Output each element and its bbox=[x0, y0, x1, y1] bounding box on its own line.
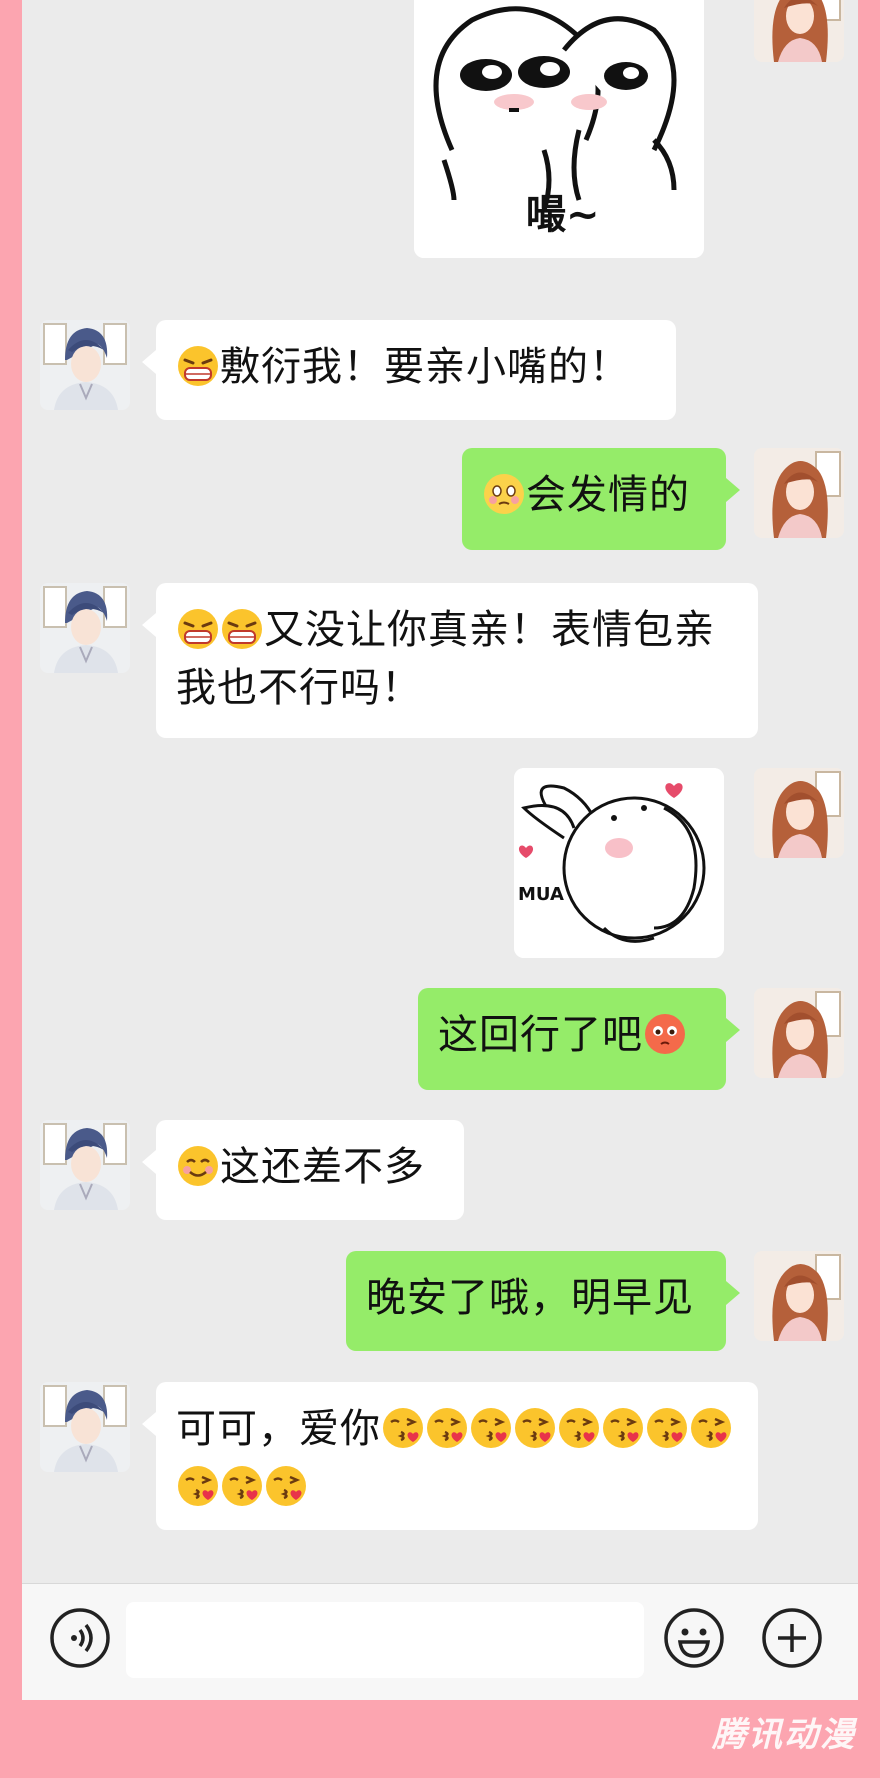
grimace-emoji-icon bbox=[176, 607, 220, 651]
avatar-other[interactable] bbox=[40, 583, 130, 673]
emoji-icon[interactable] bbox=[662, 1606, 726, 1670]
grimace-emoji-icon bbox=[176, 344, 220, 388]
kiss-emoji-icon bbox=[689, 1406, 733, 1450]
avatar-self[interactable] bbox=[754, 448, 844, 538]
avatar-self[interactable] bbox=[754, 1251, 844, 1341]
avatar-other[interactable] bbox=[40, 320, 130, 410]
input-bar bbox=[22, 1583, 858, 1700]
kiss-emoji-icon bbox=[513, 1406, 557, 1450]
avatar-other[interactable] bbox=[40, 1120, 130, 1210]
sticker-kiss-image[interactable]: 嘬~ bbox=[414, 0, 704, 258]
kiss-emoji-icon bbox=[645, 1406, 689, 1450]
smile-emoji-icon bbox=[176, 1144, 220, 1188]
grimace-emoji-icon bbox=[220, 607, 264, 651]
message-bubble-self[interactable]: 晚安了哦，明早见 bbox=[346, 1251, 740, 1351]
sticker-caption: MUA bbox=[518, 884, 564, 905]
message-bubble-self[interactable]: 这回行了吧 bbox=[418, 988, 740, 1090]
voice-icon[interactable] bbox=[48, 1606, 112, 1670]
message-text: 会发情的 bbox=[526, 472, 690, 518]
kiss-emoji-icon bbox=[557, 1406, 601, 1450]
avatar-other[interactable] bbox=[40, 1382, 130, 1472]
message-text: 这回行了吧 bbox=[438, 1012, 643, 1058]
watermark-logo: 腾讯动漫 bbox=[712, 1715, 856, 1755]
sticker-caption: 嘬~ bbox=[526, 192, 600, 238]
message-bubble-other[interactable]: 可可，爱你 bbox=[142, 1382, 758, 1530]
message-bubble-self[interactable]: 会发情的 bbox=[462, 448, 740, 550]
flushed-red-emoji-icon bbox=[643, 1012, 687, 1056]
flushed-emoji-icon bbox=[482, 472, 526, 516]
message-bubble-other[interactable]: 敷衍我！要亲小嘴的！ bbox=[142, 320, 676, 420]
kiss-emoji-icon bbox=[264, 1464, 308, 1508]
kiss-emoji-icon bbox=[381, 1406, 425, 1450]
sticker-mua-image[interactable]: MUA bbox=[514, 768, 724, 958]
message-text: 可可，爱你 bbox=[176, 1406, 381, 1452]
message-bubble-other[interactable]: 又没让你真亲！表情包亲我也不行吗！ bbox=[142, 583, 758, 738]
message-input[interactable] bbox=[126, 1602, 644, 1678]
kiss-emoji-icon bbox=[469, 1406, 513, 1450]
kiss-emoji-icon bbox=[601, 1406, 645, 1450]
message-text: 晚安了哦，明早见 bbox=[366, 1275, 694, 1321]
message-text: 敷衍我！要亲小嘴的！ bbox=[220, 344, 630, 390]
message-text: 这还差不多 bbox=[220, 1144, 425, 1190]
chat-screen: 嘬~ 敷衍我！要亲小嘴的！ 会发情的 又没让你真亲！表情包亲我也不行吗！ MUA bbox=[22, 0, 858, 1700]
avatar-self[interactable] bbox=[754, 768, 844, 858]
message-bubble-other[interactable]: 这还差不多 bbox=[142, 1120, 464, 1220]
kiss-emoji-icon bbox=[425, 1406, 469, 1450]
plus-icon[interactable] bbox=[760, 1606, 824, 1670]
kiss-emoji-icon bbox=[176, 1464, 220, 1508]
kiss-emoji-icon bbox=[220, 1464, 264, 1508]
avatar-self[interactable] bbox=[754, 0, 844, 62]
avatar-self[interactable] bbox=[754, 988, 844, 1078]
